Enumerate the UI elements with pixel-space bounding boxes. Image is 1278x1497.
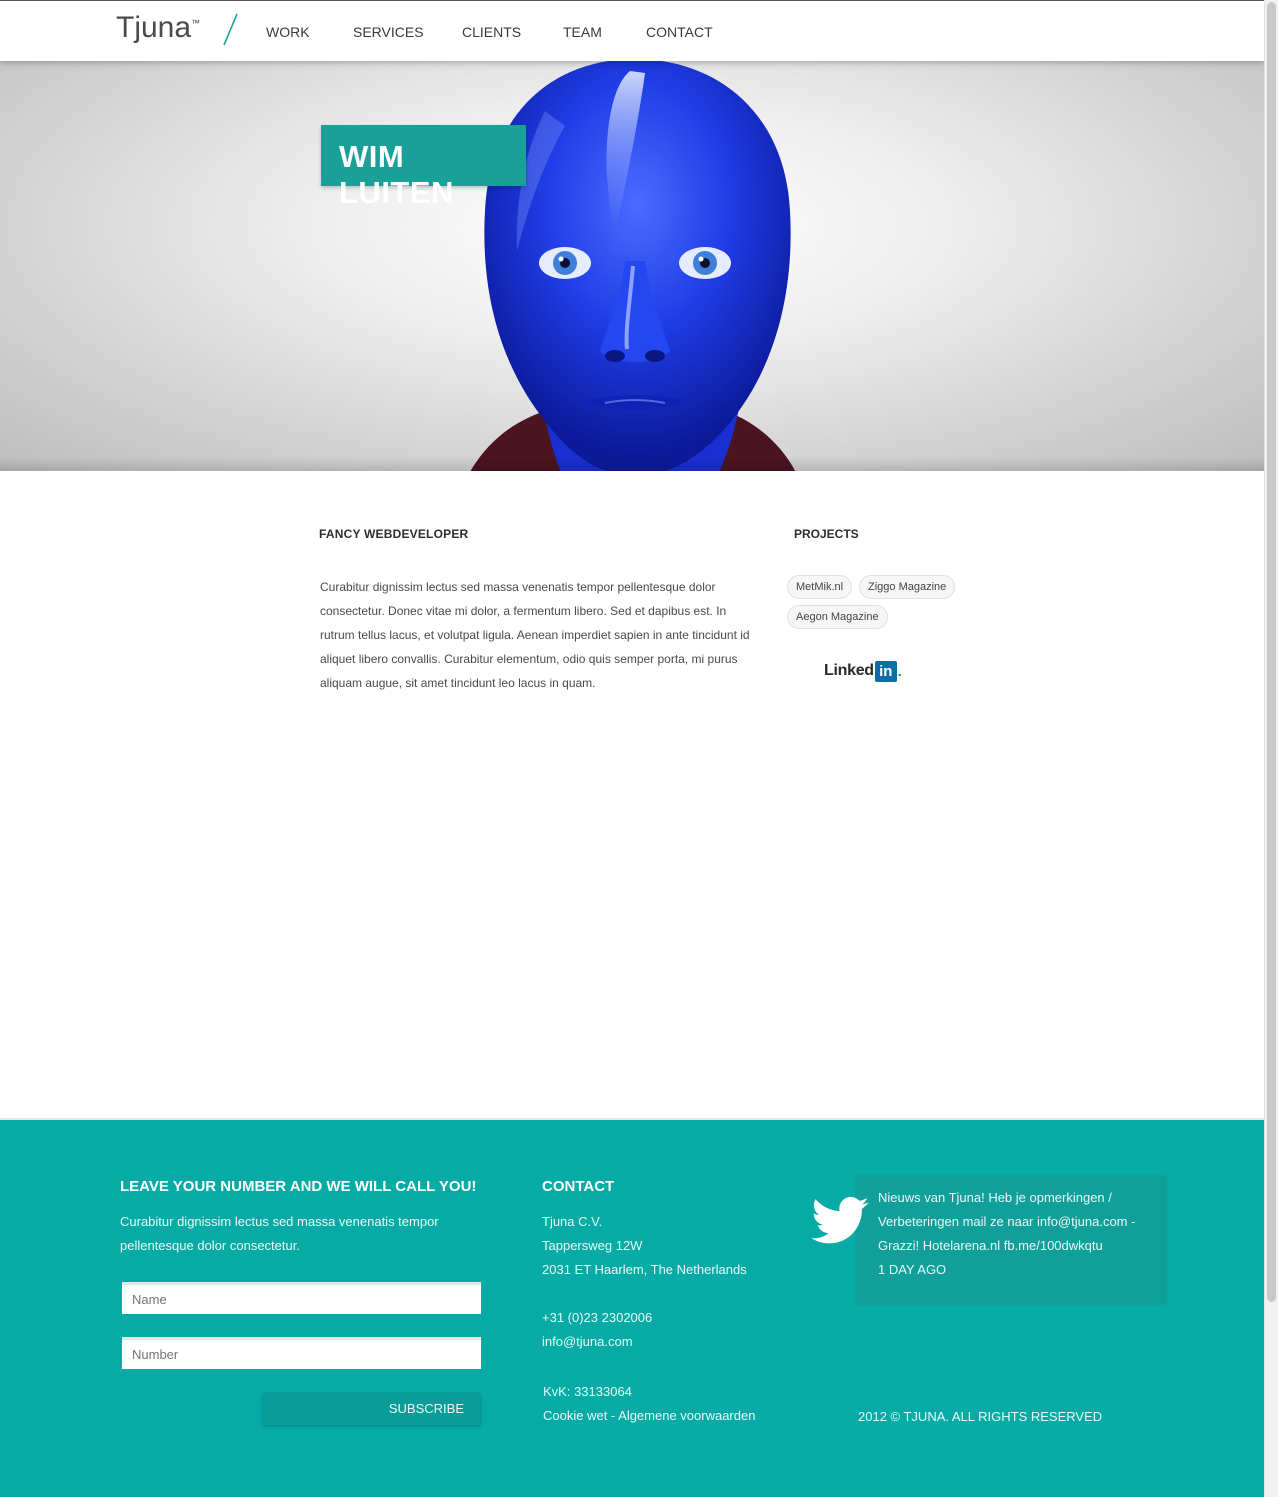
twitter-bird-icon[interactable] — [812, 1197, 870, 1245]
name-input[interactable] — [122, 1282, 481, 1314]
city-address: 2031 ET Haarlem, The Netherlands — [542, 1262, 747, 1277]
linkedin-logo-text: Linked — [824, 662, 874, 679]
logo-slash-icon — [223, 13, 238, 46]
hero-banner: WIM LUITEN — [0, 61, 1264, 471]
person-role: FANCY WEBDEVELOPER — [319, 527, 469, 541]
tweet-text: Nieuws van Tjuna! Heb je opmerkingen / V… — [878, 1190, 1136, 1253]
person-name: WIM LUITEN — [339, 139, 454, 210]
legal-info: KvK: 33133064 Cookie wet - Algemene voor… — [543, 1380, 755, 1428]
callback-text: Curabitur dignissim lectus sed massa ven… — [120, 1214, 439, 1253]
tjuna-logo[interactable]: Tjuna™ — [116, 11, 200, 45]
page-scrollbar[interactable] — [1264, 0, 1278, 1497]
kvk-number: KvK: 33133064 — [543, 1384, 632, 1399]
street-address: Tappersweg 12W — [542, 1238, 643, 1253]
project-tag-metmik[interactable]: MetMik.nl — [787, 575, 853, 599]
nav-work[interactable]: WORK — [266, 24, 353, 40]
contact-address: Tjuna C.V. Tappersweg 12W 2031 ET Haarle… — [542, 1210, 747, 1282]
nav-contact[interactable]: CONTACT — [646, 24, 713, 40]
projects-heading: PROJECTS — [794, 527, 859, 541]
site-header: Tjuna™ WORK SERVICES CLIENTS TEAM CONTAC… — [0, 0, 1264, 61]
tweet-time: 1 DAY AGO — [878, 1262, 947, 1277]
nav-services[interactable]: SERVICES — [353, 24, 462, 40]
hero-bottom-shadow — [0, 457, 1264, 471]
contact-heading: CONTACT — [542, 1178, 615, 1195]
nav-team[interactable]: TEAM — [563, 24, 646, 40]
project-tag-aegon-magazine[interactable]: Aegon Magazine — [787, 605, 888, 629]
linkedin-link[interactable]: Linked in. — [824, 660, 902, 682]
logo-text: Tjuna — [116, 11, 192, 44]
company-name: Tjuna C.V. — [542, 1214, 603, 1229]
legal-links[interactable]: Cookie wet - Algemene voorwaarden — [543, 1404, 755, 1428]
portrait-image — [470, 61, 796, 471]
site-footer: LEAVE YOUR NUMBER AND WE WILL CALL YOU! … — [0, 1118, 1264, 1497]
name-banner: WIM LUITEN — [321, 125, 526, 210]
project-tag-ziggo-magazine[interactable]: Ziggo Magazine — [859, 575, 956, 599]
email-link[interactable]: info@tjuna.com — [542, 1330, 652, 1354]
number-input[interactable] — [122, 1337, 481, 1369]
person-bio: Curabitur dignissim lectus sed massa ven… — [320, 580, 750, 690]
scrollbar-thumb[interactable] — [1267, 2, 1276, 1302]
nav-clients[interactable]: CLIENTS — [462, 24, 563, 40]
copyright-notice: 2012 © TJUNA. ALL RIGHTS RESERVED — [858, 1409, 1103, 1424]
logo-trademark: ™ — [191, 18, 201, 28]
callback-heading: LEAVE YOUR NUMBER AND WE WILL CALL YOU! — [120, 1178, 477, 1195]
contact-details: +31 (0)23 2302006 info@tjuna.com — [542, 1306, 652, 1354]
phone-link[interactable]: +31 (0)23 2302006 — [542, 1306, 652, 1330]
linkedin-icon: in — [874, 660, 897, 682]
subscribe-button[interactable]: SUBSCRIBE — [263, 1393, 480, 1425]
linkedin-dot: . — [897, 663, 902, 679]
main-nav: WORK SERVICES CLIENTS TEAM CONTACT — [266, 24, 713, 40]
